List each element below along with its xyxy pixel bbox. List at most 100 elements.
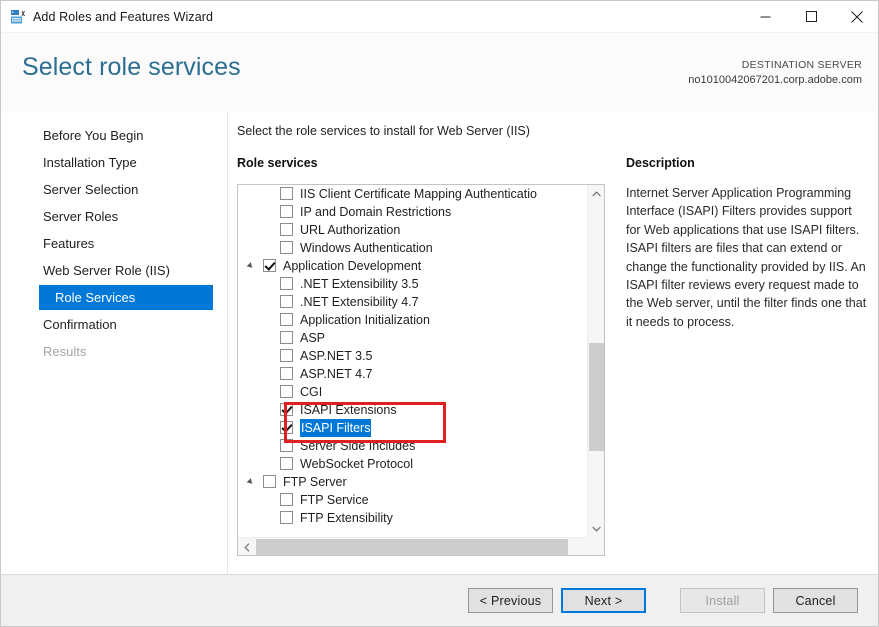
wizard-body: Before You BeginInstallation TypeServer … bbox=[1, 111, 879, 574]
role-service-checkbox[interactable] bbox=[263, 475, 276, 488]
sidebar-item-results: Results bbox=[39, 339, 213, 364]
wizard-footer: < Previous Next > Install Cancel bbox=[1, 574, 879, 627]
role-service-row[interactable]: ISAPI Extensions bbox=[238, 401, 588, 419]
horizontal-scrollbar[interactable] bbox=[238, 537, 604, 555]
role-service-checkbox[interactable] bbox=[280, 439, 293, 452]
role-service-label[interactable]: IIS Client Certificate Mapping Authentic… bbox=[300, 185, 537, 203]
role-service-row[interactable]: Windows Authentication bbox=[238, 239, 588, 257]
wizard-navigation: Before You BeginInstallation TypeServer … bbox=[1, 111, 228, 574]
role-service-label[interactable]: Server Side Includes bbox=[300, 437, 415, 455]
role-service-checkbox[interactable] bbox=[280, 313, 293, 326]
chevron-left-icon[interactable] bbox=[238, 538, 255, 556]
role-service-row[interactable]: FTP Extensibility bbox=[238, 509, 588, 527]
role-service-row[interactable]: FTP Service bbox=[238, 491, 588, 509]
sidebar-item-server-selection[interactable]: Server Selection bbox=[39, 177, 213, 202]
role-service-checkbox[interactable] bbox=[280, 367, 293, 380]
maximize-icon[interactable] bbox=[788, 1, 834, 32]
window-title: Add Roles and Features Wizard bbox=[33, 10, 213, 24]
chevron-up-icon[interactable] bbox=[588, 185, 605, 202]
role-service-label[interactable]: CGI bbox=[300, 383, 322, 401]
next-button[interactable]: Next > bbox=[561, 588, 646, 613]
role-service-row[interactable]: ASP.NET 3.5 bbox=[238, 347, 588, 365]
title-bar: Add Roles and Features Wizard bbox=[1, 1, 879, 32]
role-service-checkbox[interactable] bbox=[280, 295, 293, 308]
role-service-checkbox[interactable] bbox=[280, 241, 293, 254]
scrollbar-corner bbox=[587, 537, 604, 555]
role-service-row[interactable]: Application Development bbox=[238, 257, 588, 275]
role-service-row[interactable]: IIS Client Certificate Mapping Authentic… bbox=[238, 185, 588, 203]
role-service-row[interactable]: WebSocket Protocol bbox=[238, 455, 588, 473]
role-service-row[interactable]: .NET Extensibility 4.7 bbox=[238, 293, 588, 311]
role-service-label[interactable]: ISAPI Filters bbox=[300, 419, 371, 437]
role-service-label[interactable]: Windows Authentication bbox=[300, 239, 433, 257]
role-service-label[interactable]: FTP Server bbox=[283, 473, 347, 491]
sidebar-item-role-services[interactable]: Role Services bbox=[39, 285, 213, 310]
cancel-button[interactable]: Cancel bbox=[773, 588, 858, 613]
close-icon[interactable] bbox=[834, 1, 879, 32]
role-service-checkbox[interactable] bbox=[280, 385, 293, 398]
sidebar-item-server-roles[interactable]: Server Roles bbox=[39, 204, 213, 229]
role-service-row[interactable]: IP and Domain Restrictions bbox=[238, 203, 588, 221]
sidebar-item-features[interactable]: Features bbox=[39, 231, 213, 256]
horizontal-scrollbar-thumb[interactable] bbox=[256, 539, 568, 555]
previous-button[interactable]: < Previous bbox=[468, 588, 553, 613]
main-panel: Select the role services to install for … bbox=[228, 111, 879, 574]
role-service-label[interactable]: ASP.NET 4.7 bbox=[300, 365, 373, 383]
role-service-checkbox[interactable] bbox=[280, 349, 293, 362]
role-service-label[interactable]: FTP Service bbox=[300, 491, 369, 509]
role-service-label[interactable]: ISAPI Extensions bbox=[300, 401, 397, 419]
chevron-down-icon[interactable] bbox=[588, 520, 605, 537]
wizard-window: Add Roles and Features Wizard Select rol… bbox=[0, 0, 879, 627]
description-text: Internet Server Application Programming … bbox=[626, 184, 869, 331]
role-service-checkbox[interactable] bbox=[280, 331, 293, 344]
role-service-checkbox[interactable] bbox=[280, 511, 293, 524]
role-service-label[interactable]: URL Authorization bbox=[300, 221, 400, 239]
role-service-checkbox[interactable] bbox=[263, 259, 276, 272]
expander-triangle-icon[interactable] bbox=[247, 478, 255, 486]
sidebar-item-web-server-role-iis[interactable]: Web Server Role (IIS) bbox=[39, 258, 213, 283]
role-services-list[interactable]: IIS Client Certificate Mapping Authentic… bbox=[238, 185, 588, 537]
role-service-checkbox[interactable] bbox=[280, 187, 293, 200]
role-service-checkbox[interactable] bbox=[280, 223, 293, 236]
role-service-row[interactable]: Server Side Includes bbox=[238, 437, 588, 455]
server-icon bbox=[10, 9, 26, 25]
role-service-label[interactable]: ASP.NET 3.5 bbox=[300, 347, 373, 365]
expander-triangle-icon[interactable] bbox=[247, 262, 255, 270]
role-service-label[interactable]: ASP bbox=[300, 329, 325, 347]
vertical-scrollbar[interactable] bbox=[587, 185, 604, 537]
page-header: Select role services DESTINATION SERVER … bbox=[1, 32, 879, 111]
role-service-checkbox[interactable] bbox=[280, 457, 293, 470]
role-service-row[interactable]: FTP Server bbox=[238, 473, 588, 491]
role-service-label[interactable]: .NET Extensibility 4.7 bbox=[300, 293, 419, 311]
role-service-checkbox[interactable] bbox=[280, 403, 293, 416]
role-service-row[interactable]: CGI bbox=[238, 383, 588, 401]
role-service-row[interactable]: URL Authorization bbox=[238, 221, 588, 239]
sidebar-item-installation-type[interactable]: Installation Type bbox=[39, 150, 213, 175]
role-services-label: Role services bbox=[237, 156, 318, 170]
description-title: Description bbox=[626, 156, 695, 170]
minimize-icon[interactable] bbox=[742, 1, 788, 32]
sidebar-item-confirmation[interactable]: Confirmation bbox=[39, 312, 213, 337]
role-service-checkbox[interactable] bbox=[280, 277, 293, 290]
role-service-row[interactable]: ISAPI Filters bbox=[238, 419, 588, 437]
destination-server-block: DESTINATION SERVER no1010042067201.corp.… bbox=[688, 58, 862, 88]
install-button: Install bbox=[680, 588, 765, 613]
role-services-listbox[interactable]: IIS Client Certificate Mapping Authentic… bbox=[237, 184, 605, 556]
vertical-scrollbar-thumb[interactable] bbox=[589, 343, 604, 451]
page-title: Select role services bbox=[22, 53, 241, 82]
role-service-checkbox[interactable] bbox=[280, 205, 293, 218]
role-service-row[interactable]: ASP.NET 4.7 bbox=[238, 365, 588, 383]
role-service-checkbox[interactable] bbox=[280, 493, 293, 506]
role-service-label[interactable]: FTP Extensibility bbox=[300, 509, 393, 527]
role-service-label[interactable]: WebSocket Protocol bbox=[300, 455, 413, 473]
role-service-row[interactable]: ASP bbox=[238, 329, 588, 347]
role-service-label[interactable]: Application Development bbox=[283, 257, 421, 275]
role-service-label[interactable]: IP and Domain Restrictions bbox=[300, 203, 451, 221]
destination-server-label: DESTINATION SERVER bbox=[688, 58, 862, 73]
role-service-label[interactable]: Application Initialization bbox=[300, 311, 430, 329]
role-service-label[interactable]: .NET Extensibility 3.5 bbox=[300, 275, 419, 293]
role-service-row[interactable]: .NET Extensibility 3.5 bbox=[238, 275, 588, 293]
sidebar-item-before-you-begin[interactable]: Before You Begin bbox=[39, 123, 213, 148]
role-service-row[interactable]: Application Initialization bbox=[238, 311, 588, 329]
role-service-checkbox[interactable] bbox=[280, 421, 293, 434]
